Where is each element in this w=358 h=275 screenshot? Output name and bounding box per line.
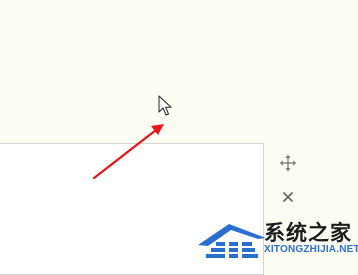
watermark-title: 系统之家 <box>264 222 352 245</box>
move-handle-button[interactable] <box>278 153 298 173</box>
mouse-pointer-icon <box>158 95 172 116</box>
close-x-icon <box>283 192 293 202</box>
watermark-url: XITONGZHIJIA.NET <box>264 244 358 255</box>
close-button[interactable] <box>278 187 298 207</box>
house-logo-icon <box>198 224 266 259</box>
watermark: 系统之家 XITONGZHIJIA.NET <box>196 214 358 264</box>
move-arrows-icon <box>279 154 297 172</box>
